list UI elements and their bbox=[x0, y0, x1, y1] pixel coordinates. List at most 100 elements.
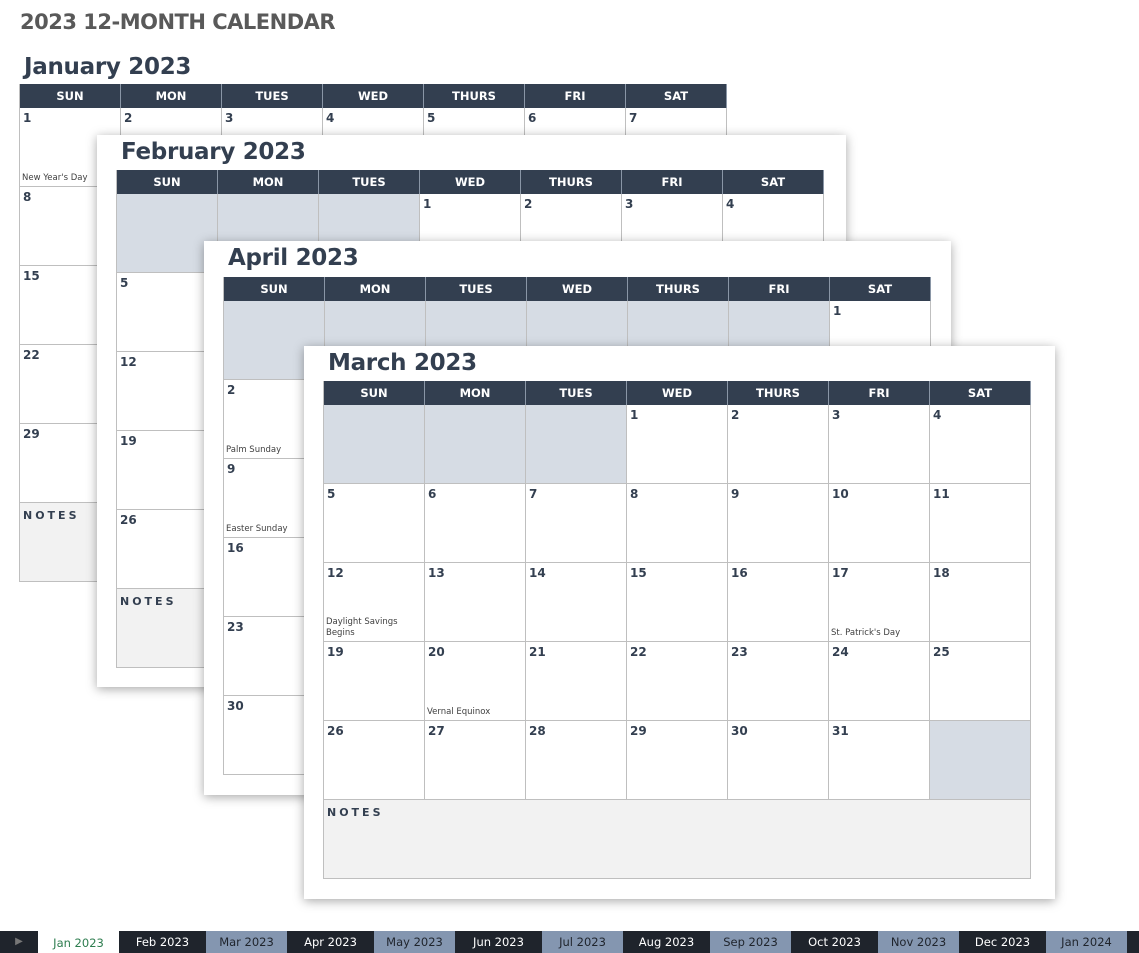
weekday-label: TUES bbox=[319, 170, 420, 194]
month-title: March 2023 bbox=[328, 350, 477, 376]
sheet-tab[interactable]: Jul 2023 bbox=[542, 931, 623, 953]
day-cell[interactable]: 6 bbox=[425, 484, 526, 563]
empty-day-cell[interactable] bbox=[117, 194, 218, 273]
day-number: 21 bbox=[529, 645, 546, 659]
day-number: 7 bbox=[629, 111, 638, 125]
day-number: 15 bbox=[630, 566, 647, 580]
empty-day-cell[interactable] bbox=[324, 405, 425, 484]
day-cell[interactable]: 18 bbox=[930, 563, 1031, 642]
month-title: February 2023 bbox=[121, 139, 306, 165]
sheet-tab[interactable]: Jan 2024 bbox=[1046, 931, 1127, 953]
day-cell[interactable]: 17 St. Patrick's Day bbox=[829, 563, 930, 642]
day-number: 1 bbox=[833, 304, 842, 318]
day-cell[interactable]: 24 bbox=[829, 642, 930, 721]
sheet-tab[interactable]: Mar 2023 bbox=[206, 931, 287, 953]
day-cell[interactable]: 16 bbox=[728, 563, 829, 642]
day-number: 12 bbox=[327, 566, 344, 580]
sheet-tab[interactable]: Apr 2023 bbox=[290, 931, 371, 953]
weekday-label: THURS bbox=[628, 277, 729, 301]
sheet-tab-bar: ▶ Jan 2023 Feb 2023 Mar 2023 Apr 2023 May 20… bbox=[0, 931, 1139, 953]
day-number: 2 bbox=[524, 197, 533, 211]
weekday-label: FRI bbox=[622, 170, 723, 194]
sheet-tab[interactable]: Jun 2023 bbox=[458, 931, 539, 953]
weekday-label: WED bbox=[527, 277, 628, 301]
day-cell[interactable]: 5 bbox=[117, 273, 218, 352]
day-cell[interactable]: 2 bbox=[728, 405, 829, 484]
day-cell[interactable]: 26 bbox=[117, 510, 218, 589]
weekday-label: MON bbox=[425, 381, 526, 405]
day-number: 3 bbox=[625, 197, 634, 211]
weekday-label: SUN bbox=[117, 170, 218, 194]
day-cell[interactable]: 12 bbox=[117, 352, 218, 431]
empty-day-cell[interactable] bbox=[425, 405, 526, 484]
day-cell[interactable]: 22 bbox=[627, 642, 728, 721]
day-cell[interactable]: 19 bbox=[324, 642, 425, 721]
calendar-grid: SUN MON TUES WED THURS FRI SAT 1 2 3 4 5 6 7 8 9 10 11 12 D… bbox=[323, 381, 1031, 879]
day-cell[interactable]: 21 bbox=[526, 642, 627, 721]
week-row: 26 27 28 29 30 31 bbox=[324, 721, 1031, 800]
weekday-label: TUES bbox=[426, 277, 527, 301]
weekday-label: SAT bbox=[930, 381, 1031, 405]
weekday-label: SAT bbox=[830, 277, 931, 301]
day-number: 4 bbox=[326, 111, 335, 125]
day-number: 30 bbox=[731, 724, 748, 738]
day-number: 13 bbox=[428, 566, 445, 580]
day-number: 28 bbox=[529, 724, 546, 738]
sheet-tab[interactable]: Jan 2023 bbox=[38, 931, 119, 953]
day-number: 11 bbox=[933, 487, 950, 501]
weekday-label: WED bbox=[627, 381, 728, 405]
day-cell[interactable]: 27 bbox=[425, 721, 526, 800]
day-number: 1 bbox=[630, 408, 639, 422]
day-cell[interactable]: 14 bbox=[526, 563, 627, 642]
day-cell[interactable]: 7 bbox=[526, 484, 627, 563]
sheet-tab[interactable]: Nov 2023 bbox=[878, 931, 959, 953]
day-cell[interactable]: 1 bbox=[627, 405, 728, 484]
day-number: 26 bbox=[120, 513, 137, 527]
month-title: January 2023 bbox=[24, 54, 192, 80]
sheet-tab[interactable]: Aug 2023 bbox=[626, 931, 707, 953]
day-cell[interactable]: 29 bbox=[627, 721, 728, 800]
day-cell[interactable]: 15 bbox=[627, 563, 728, 642]
day-cell[interactable]: 23 bbox=[728, 642, 829, 721]
day-cell[interactable]: 12 Daylight Savings Begins bbox=[324, 563, 425, 642]
sheet-tab[interactable]: May 2023 bbox=[374, 931, 455, 953]
holiday-label: Palm Sunday bbox=[226, 445, 282, 455]
day-cell[interactable]: 13 bbox=[425, 563, 526, 642]
weekday-label: SUN bbox=[224, 277, 325, 301]
day-number: 31 bbox=[832, 724, 849, 738]
weekday-label: SAT bbox=[723, 170, 824, 194]
day-number: 26 bbox=[327, 724, 344, 738]
day-cell[interactable]: 3 bbox=[829, 405, 930, 484]
sheet-tab[interactable]: Oct 2023 bbox=[794, 931, 875, 953]
weekday-label: WED bbox=[323, 84, 424, 108]
empty-day-cell[interactable] bbox=[930, 721, 1031, 800]
weekday-label: THURS bbox=[521, 170, 622, 194]
day-cell[interactable]: 26 bbox=[324, 721, 425, 800]
day-number: 9 bbox=[227, 462, 236, 476]
day-cell[interactable]: 19 bbox=[117, 431, 218, 510]
sheet-tab[interactable]: Feb 2023 bbox=[122, 931, 203, 953]
sheet-tab[interactable]: Dec 2023 bbox=[962, 931, 1043, 953]
day-cell[interactable]: 5 bbox=[324, 484, 425, 563]
day-number: 23 bbox=[227, 620, 244, 634]
day-cell[interactable]: 4 bbox=[930, 405, 1031, 484]
day-cell[interactable]: 25 bbox=[930, 642, 1031, 721]
day-cell[interactable]: 20 Vernal Equinox bbox=[425, 642, 526, 721]
day-cell[interactable]: 30 bbox=[728, 721, 829, 800]
scroll-tabs-arrow-icon[interactable]: ▶ bbox=[0, 931, 38, 953]
day-cell[interactable]: 11 bbox=[930, 484, 1031, 563]
sheet-tab[interactable]: Sep 2023 bbox=[710, 931, 791, 953]
day-cell[interactable]: 31 bbox=[829, 721, 930, 800]
day-number: 1 bbox=[423, 197, 432, 211]
weekday-label: SUN bbox=[324, 381, 425, 405]
day-number: 24 bbox=[832, 645, 849, 659]
weekday-header: SUN MON TUES WED THURS FRI SAT bbox=[224, 277, 931, 301]
day-cell[interactable]: 8 bbox=[627, 484, 728, 563]
day-cell[interactable]: 10 bbox=[829, 484, 930, 563]
day-number: 3 bbox=[225, 111, 234, 125]
notes-area[interactable]: NOTES bbox=[324, 800, 1031, 879]
weekday-label: MON bbox=[325, 277, 426, 301]
day-cell[interactable]: 9 bbox=[728, 484, 829, 563]
empty-day-cell[interactable] bbox=[526, 405, 627, 484]
day-cell[interactable]: 28 bbox=[526, 721, 627, 800]
